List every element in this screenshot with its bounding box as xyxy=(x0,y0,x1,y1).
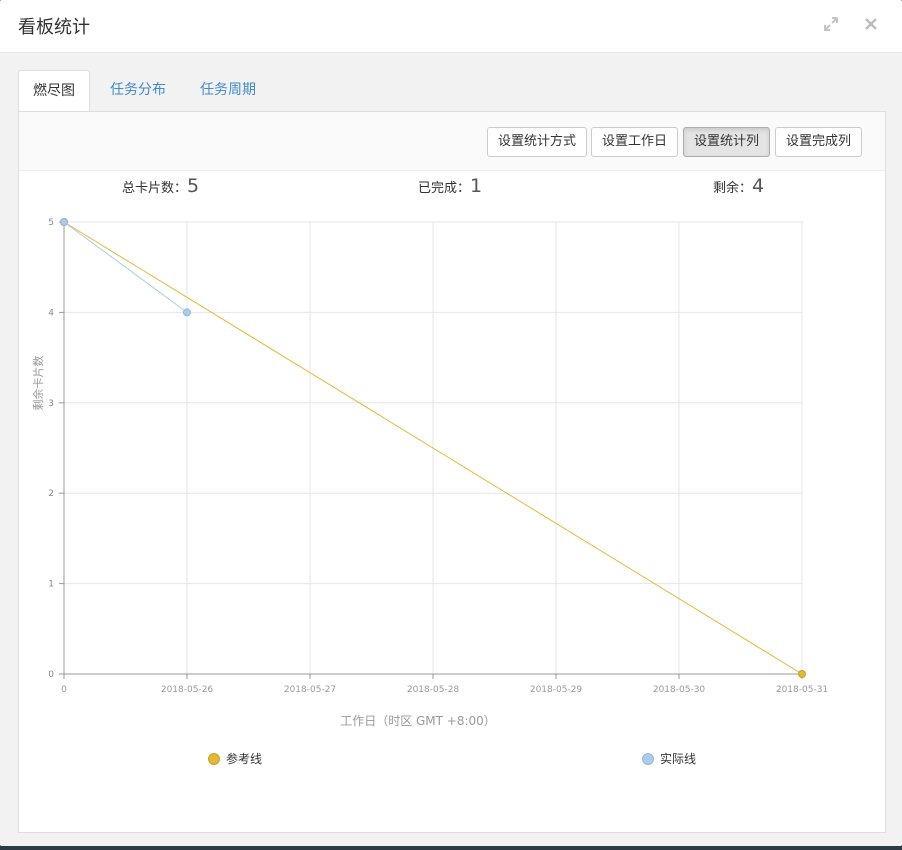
data-point-actual xyxy=(60,218,68,226)
modal-dialog: 看板统计 燃尽图 任务分布 任务周期 设置统计方式 设置工作日 设置统计列 设置… xyxy=(0,0,902,846)
y-tick-label: 3 xyxy=(48,399,54,409)
x-tick-label: 2018-05-27 xyxy=(284,685,336,695)
y-tick-label: 4 xyxy=(48,308,54,318)
burndown-chart: 0 1 2 3 4 5 0 2018-05-26 2018-05-27 2018-05-28 201… xyxy=(31,218,828,728)
data-point-reference xyxy=(798,670,806,678)
x-tick-label: 2018-05-29 xyxy=(530,685,583,695)
x-tick-label: 2018-05-30 xyxy=(653,685,706,695)
legend-label-actual: 实际线 xyxy=(660,752,697,766)
y-tick-label: 2 xyxy=(48,489,54,499)
chart-labels: 0 1 2 3 4 5 0 2018-05-26 2018-05-27 2018-05-28 201… xyxy=(31,218,828,728)
chart-axes xyxy=(59,221,803,679)
legend-item-reference[interactable]: 参考线 xyxy=(208,750,262,767)
y-tick-label: 0 xyxy=(48,670,54,680)
y-tick-label: 1 xyxy=(48,580,54,590)
legend-swatch-reference xyxy=(208,752,220,765)
legend-label-reference: 参考线 xyxy=(226,752,263,766)
legend-item-actual[interactable]: 实际线 xyxy=(642,750,696,767)
data-point-actual xyxy=(183,308,191,317)
y-axis-title: 剩余卡片数 xyxy=(31,356,45,411)
y-tick-label: 5 xyxy=(48,218,54,228)
series-line-actual xyxy=(63,221,188,313)
x-axis-title: 工作日（时区 GMT +8:00） xyxy=(340,714,496,728)
x-tick-label: 2018-05-31 xyxy=(776,685,828,695)
legend-swatch-actual xyxy=(642,752,654,765)
x-tick-label: 2018-05-28 xyxy=(407,685,460,695)
x-tick-label: 2018-05-26 xyxy=(161,685,214,695)
x-tick-label: 0 xyxy=(61,685,67,695)
